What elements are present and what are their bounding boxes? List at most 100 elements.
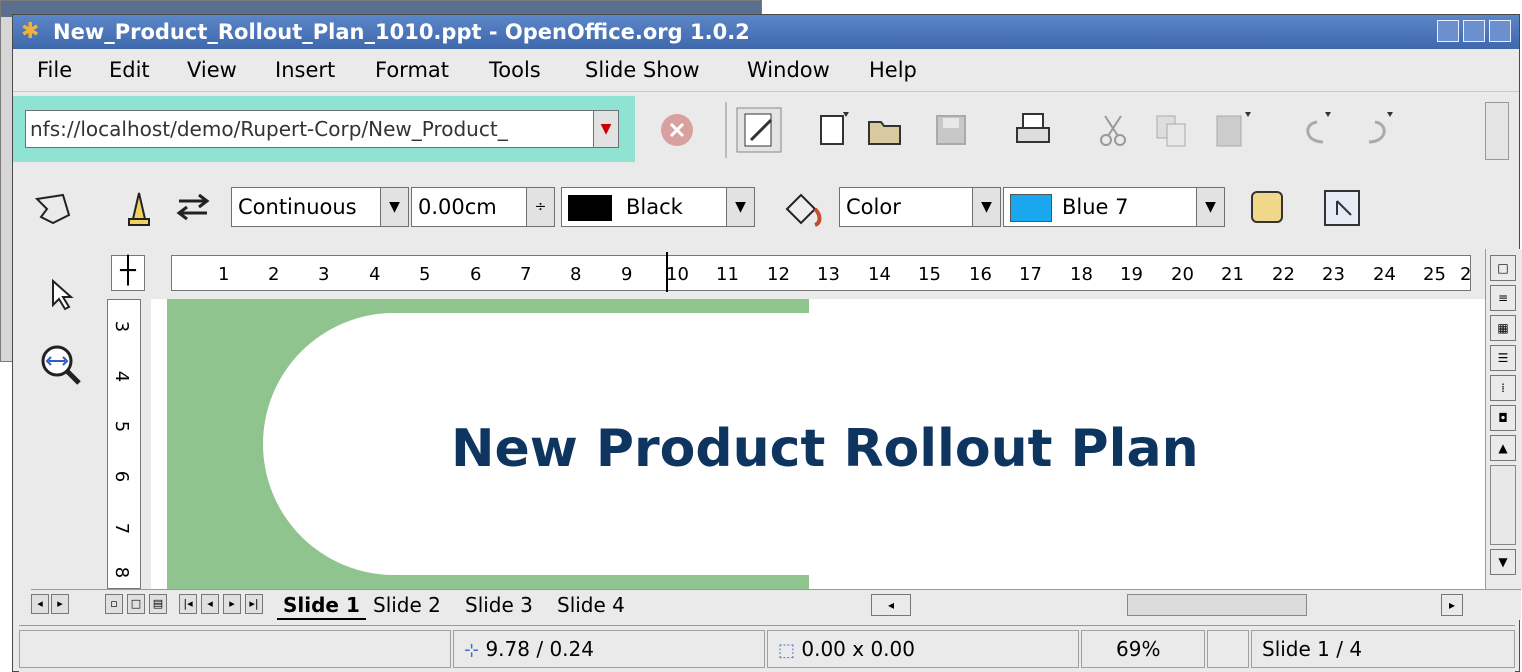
- area-color-select[interactable]: Blue 7 ▼: [1003, 187, 1225, 227]
- ruler-tick: 2: [1460, 264, 1472, 285]
- status-size: ⬚ 0.00 x 0.00: [767, 630, 1079, 668]
- scroll-down-button[interactable]: ▼: [1490, 549, 1516, 575]
- line-style-select[interactable]: Continuous ▼: [231, 187, 409, 227]
- menu-tools[interactable]: Tools: [489, 49, 541, 91]
- prev-slide-icon[interactable]: ◂: [201, 594, 219, 614]
- title-bar[interactable]: ✱ New_Product_Rollout_Plan_1010.ppt - Op…: [13, 15, 1519, 49]
- view-mode-slides-icon[interactable]: ▦: [1490, 315, 1516, 341]
- app-star-icon: ✱: [21, 19, 40, 44]
- scroll-right-icon[interactable]: ▸: [51, 594, 69, 614]
- ruler-tick: 6: [111, 470, 133, 483]
- slide-show-icon[interactable]: ◘: [1490, 405, 1516, 431]
- undo-icon[interactable]: [1295, 110, 1335, 150]
- select-arrow-icon[interactable]: [41, 275, 81, 315]
- area-color-swatch: [1010, 194, 1052, 222]
- next-slide-icon[interactable]: ▸: [223, 594, 241, 614]
- view-mode-notes-icon[interactable]: ☰: [1490, 345, 1516, 371]
- tab-slide-3[interactable]: Slide 3: [459, 592, 539, 618]
- open-folder-icon[interactable]: [865, 110, 905, 150]
- cut-icon[interactable]: [1093, 110, 1133, 150]
- menu-window[interactable]: Window: [747, 49, 830, 91]
- master-view-icon[interactable]: □: [127, 594, 145, 614]
- ruler-tick: 2: [268, 264, 280, 285]
- layer-view-icon[interactable]: ▤: [149, 594, 167, 614]
- paste-icon[interactable]: [1211, 110, 1251, 150]
- copy-icon[interactable]: [1151, 110, 1191, 150]
- h-scroll-left-button[interactable]: ◂: [871, 594, 911, 616]
- slide-title[interactable]: New Product Rollout Plan: [451, 419, 1199, 479]
- tab-slide-2[interactable]: Slide 2: [367, 592, 447, 618]
- area-color-dropdown-icon[interactable]: ▼: [1196, 188, 1224, 226]
- ruler-tick: 4: [111, 370, 133, 383]
- navigator-icon[interactable]: [1323, 189, 1361, 227]
- line-icon[interactable]: [121, 189, 157, 229]
- scroll-up-button[interactable]: ▲: [1490, 435, 1516, 461]
- ruler-tick: 13: [817, 264, 840, 285]
- ruler-tick: 12: [767, 264, 790, 285]
- slide-view-icon[interactable]: ▫: [105, 594, 123, 614]
- position-icon: ⊹: [464, 640, 480, 661]
- view-mode-handout-icon[interactable]: ⁞: [1490, 375, 1516, 401]
- ruler-tick: 5: [419, 264, 431, 285]
- new-document-icon[interactable]: [813, 110, 853, 150]
- menu-help[interactable]: Help: [869, 49, 917, 91]
- tools-sidebar: [25, 249, 109, 601]
- ruler-tick: 25: [1423, 264, 1446, 285]
- object-toolbar: Continuous ▼ 0.00cm ÷ Black ▼ Color ▼ Blue 7…: [13, 169, 1519, 249]
- print-icon[interactable]: [1013, 110, 1053, 150]
- minimize-button[interactable]: [1437, 20, 1459, 42]
- points-edit-icon[interactable]: [33, 189, 73, 229]
- ruler-tick: 19: [1120, 264, 1143, 285]
- area-style-select[interactable]: Color ▼: [839, 187, 1001, 227]
- ruler-corner: ┼: [101, 249, 155, 299]
- first-slide-icon[interactable]: |◂: [179, 594, 197, 614]
- horizontal-scrollbar-thumb[interactable]: [1127, 594, 1307, 616]
- menu-slide-show[interactable]: Slide Show: [585, 49, 700, 91]
- tab-slide-4[interactable]: Slide 4: [551, 592, 631, 618]
- scroll-thumb[interactable]: [1490, 465, 1516, 545]
- line-color-select[interactable]: Black ▼: [561, 187, 755, 227]
- line-style-dropdown-icon[interactable]: ▼: [380, 188, 408, 226]
- area-style-dropdown-icon[interactable]: ▼: [972, 188, 1000, 226]
- menu-insert[interactable]: Insert: [275, 49, 335, 91]
- status-bar: ⊹ 9.78 / 0.24 ⬚ 0.00 x 0.00 69% Slide 1 …: [19, 625, 1515, 672]
- line-style-value: Continuous: [238, 195, 357, 219]
- status-zoom[interactable]: 69%: [1081, 630, 1205, 668]
- ruler-tick: 14: [868, 264, 891, 285]
- area-fill-icon[interactable]: [781, 187, 825, 231]
- area-color-value: Blue 7: [1062, 195, 1129, 219]
- redo-icon[interactable]: [1357, 110, 1397, 150]
- view-mode-drawing-icon[interactable]: □: [1490, 255, 1516, 281]
- ruler-tick: 11: [716, 264, 739, 285]
- ruler-tick: 21: [1221, 264, 1244, 285]
- stop-load-icon[interactable]: [657, 110, 697, 150]
- close-button[interactable]: [1489, 20, 1511, 42]
- status-position: ⊹ 9.78 / 0.24: [453, 630, 765, 668]
- arrow-style-icon[interactable]: [175, 191, 215, 225]
- slide-canvas[interactable]: New Product Rollout Plan: [151, 299, 1485, 589]
- spinner-arrows-icon[interactable]: ÷: [526, 188, 554, 226]
- tab-slide-1[interactable]: Slide 1: [277, 592, 366, 620]
- status-position-value: 9.78 / 0.24: [485, 637, 594, 661]
- shadow-icon[interactable]: [1251, 191, 1283, 223]
- ruler-tick: 7: [111, 522, 133, 535]
- view-mode-outline-icon[interactable]: ≡: [1490, 285, 1516, 311]
- menu-edit[interactable]: Edit: [109, 49, 150, 91]
- menu-view[interactable]: View: [187, 49, 237, 91]
- maximize-button[interactable]: [1463, 20, 1485, 42]
- url-input[interactable]: nfs://localhost/demo/Rupert-Corp/New_Pro…: [25, 110, 603, 148]
- last-slide-icon[interactable]: ▸|: [245, 594, 263, 614]
- line-width-spinner[interactable]: 0.00cm ÷: [411, 187, 555, 227]
- menu-format[interactable]: Format: [375, 49, 449, 91]
- edit-file-icon[interactable]: [735, 106, 783, 154]
- vertical-scrollbar: □ ≡ ▦ ☰ ⁞ ◘ ▲ ▼: [1485, 249, 1522, 589]
- zoom-icon[interactable]: [37, 341, 85, 389]
- toolbar-scroll[interactable]: [1485, 102, 1509, 160]
- status-page: Slide 1 / 4: [1251, 630, 1515, 668]
- line-color-dropdown-icon[interactable]: ▼: [726, 188, 754, 226]
- save-icon[interactable]: [931, 110, 971, 150]
- url-dropdown-button[interactable]: ▼: [593, 110, 619, 148]
- h-scroll-right-button[interactable]: ▸: [1441, 594, 1463, 616]
- menu-file[interactable]: File: [37, 49, 72, 91]
- scroll-left-icon[interactable]: ◂: [31, 594, 49, 614]
